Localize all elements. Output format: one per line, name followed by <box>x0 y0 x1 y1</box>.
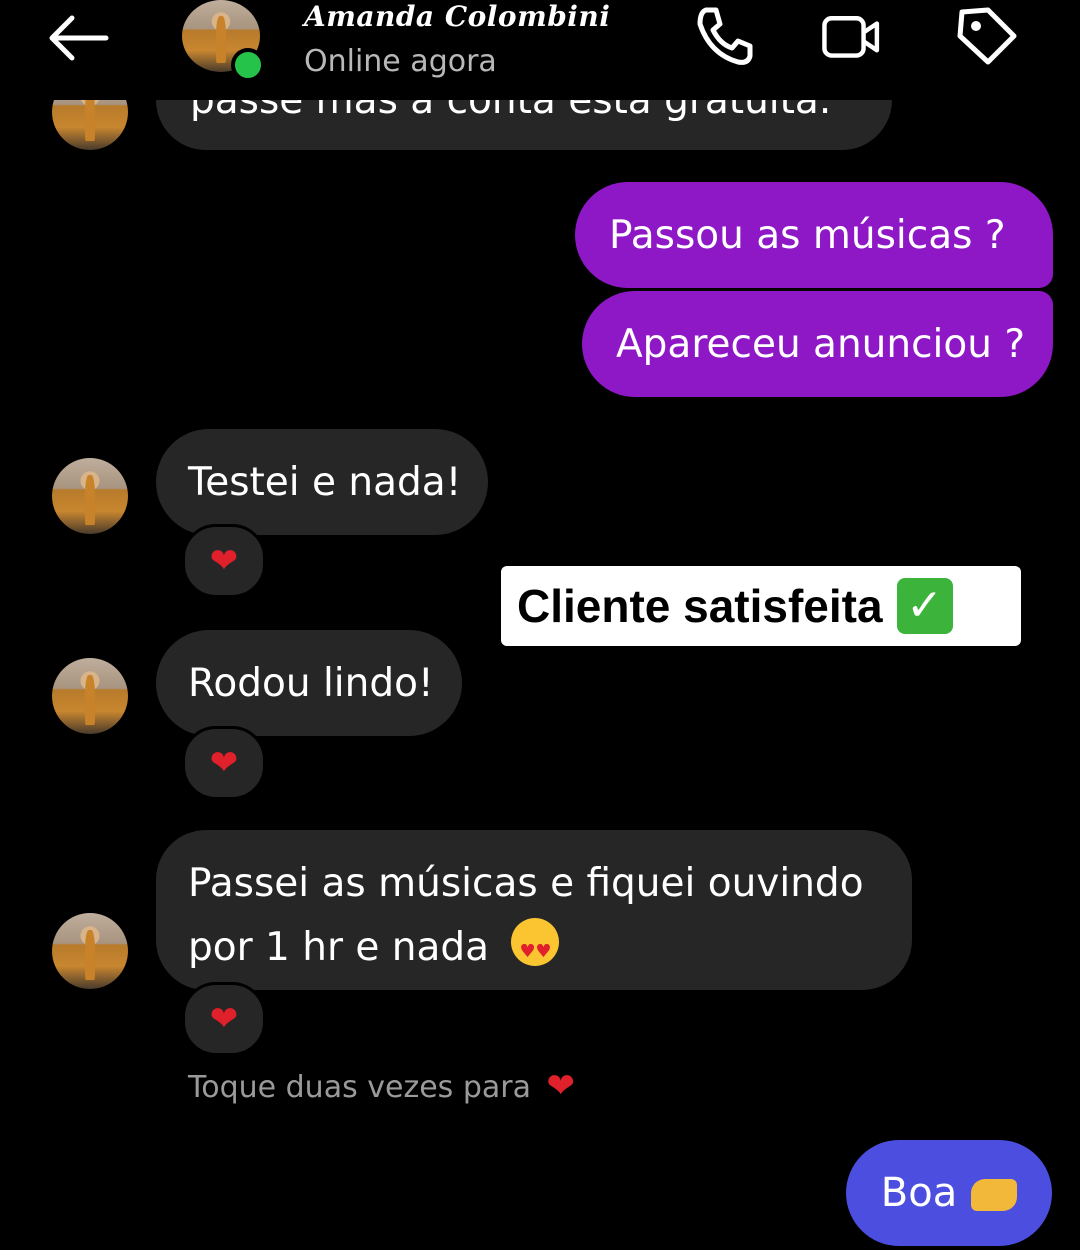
heart-eyes-emoji-icon <box>511 918 560 979</box>
heart-icon: ❤ <box>546 1066 576 1106</box>
online-indicator <box>231 48 265 82</box>
incoming-message[interactable]: Rodou lindo! <box>156 630 462 736</box>
hint-text: Toque duas vezes para <box>188 1070 531 1105</box>
heart-reaction[interactable]: ❤ <box>182 524 266 598</box>
satisfied-client-label: Cliente satisfeita ✓ <box>501 566 1021 646</box>
heart-icon: ❤ <box>209 541 239 581</box>
phone-icon[interactable] <box>692 4 756 68</box>
contact-status: Online agora <box>304 44 497 79</box>
tag-icon[interactable] <box>954 4 1018 68</box>
contact-avatar <box>52 458 128 534</box>
outgoing-message-text: Apareceu anunciou ? <box>616 322 1026 367</box>
incoming-message-text: por 1 hr e nada <box>188 925 490 970</box>
double-tap-hint: Toque duas vezes para ❤ <box>188 1066 575 1106</box>
reply-message-text: Boa <box>880 1170 958 1216</box>
incoming-message[interactable]: Passei as músicas e fiquei ouvindo por 1… <box>156 830 912 990</box>
incoming-message-text: Rodou lindo! <box>188 661 434 706</box>
incoming-message-text: Testei e nada! <box>188 460 462 505</box>
video-call-icon[interactable] <box>820 4 884 68</box>
satisfied-client-text: Cliente satisfeita <box>517 580 883 632</box>
incoming-message-text: Passei as músicas e fiquei ouvindo <box>188 861 864 906</box>
back-arrow-icon[interactable] <box>44 12 112 64</box>
incoming-message[interactable]: Testei e nada! <box>156 429 488 535</box>
handshake-emoji-icon <box>971 1179 1018 1211</box>
outgoing-message[interactable]: Passou as músicas ? <box>575 182 1053 288</box>
reply-message[interactable]: Boa <box>846 1140 1052 1246</box>
check-mark-icon: ✓ <box>896 578 953 634</box>
heart-reaction[interactable]: ❤ <box>182 982 266 1056</box>
heart-reaction[interactable]: ❤ <box>182 726 266 800</box>
outgoing-message-text: Passou as músicas ? <box>609 213 1006 258</box>
heart-icon: ❤ <box>209 743 239 783</box>
outgoing-message[interactable]: Apareceu anunciou ? <box>582 291 1053 397</box>
contact-avatar <box>52 658 128 734</box>
contact-avatar <box>52 913 128 989</box>
heart-icon: ❤ <box>209 999 239 1039</box>
contact-name[interactable]: Amanda Colombini <box>304 0 610 33</box>
chat-header: Amanda Colombini Online agora <box>0 0 1080 100</box>
